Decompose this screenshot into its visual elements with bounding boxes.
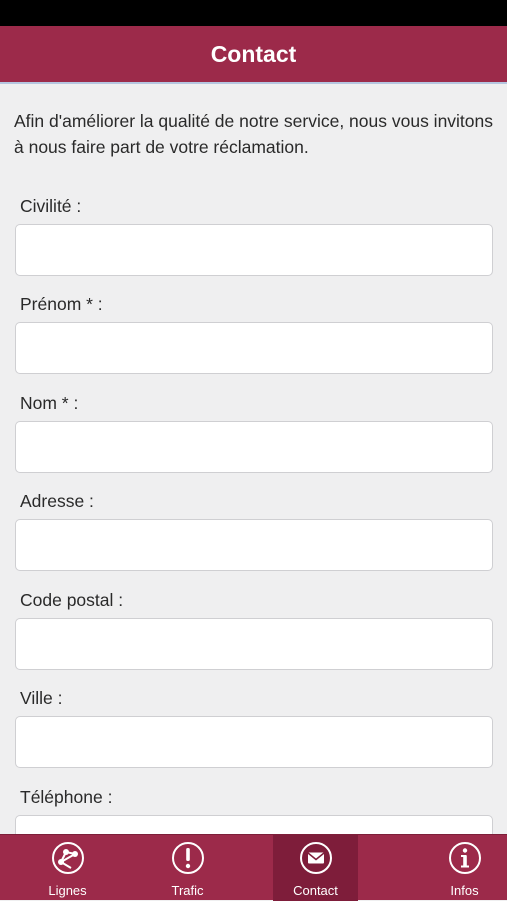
tab-trafic[interactable]: Trafic	[135, 835, 240, 901]
alert-icon	[171, 842, 204, 874]
intro-text: Afin d'améliorer la qualité de notre ser…	[14, 111, 494, 157]
page-title: Contact	[210, 41, 297, 67]
mail-icon	[299, 842, 332, 874]
telephone-label: Téléphone :	[20, 787, 113, 807]
civilite-input[interactable]	[15, 224, 493, 276]
prenom-label: Prénom * :	[20, 294, 103, 314]
tab-trafic-label: Trafic	[171, 883, 204, 898]
tab-lignes[interactable]: Lignes	[15, 835, 120, 901]
tab-contact[interactable]: Contact	[273, 835, 358, 901]
contact-form: Afin d'améliorer la qualité de notre ser…	[0, 84, 507, 834]
network-icon	[51, 842, 84, 874]
tab-lignes-label: Lignes	[48, 883, 87, 898]
adresse-label: Adresse :	[20, 491, 94, 511]
ville-input[interactable]	[15, 716, 493, 768]
nom-label: Nom * :	[20, 393, 79, 413]
status-bar	[0, 0, 507, 26]
tab-infos-label: Infos	[450, 883, 479, 898]
prenom-input[interactable]	[15, 322, 493, 374]
adresse-input[interactable]	[15, 519, 493, 571]
tab-contact-label: Contact	[293, 883, 338, 898]
navigation-bar: Contact	[0, 26, 507, 84]
ville-label: Ville :	[20, 688, 63, 708]
tab-infos[interactable]: Infos	[412, 835, 507, 901]
telephone-input[interactable]	[15, 815, 493, 834]
code-postal-label: Code postal :	[20, 590, 124, 610]
code-postal-input[interactable]	[15, 618, 493, 670]
tab-bar: Lignes Trafic Contact Infos	[0, 834, 507, 901]
civilite-label: Civilité :	[20, 196, 82, 216]
nom-input[interactable]	[15, 421, 493, 473]
info-icon	[448, 842, 481, 874]
